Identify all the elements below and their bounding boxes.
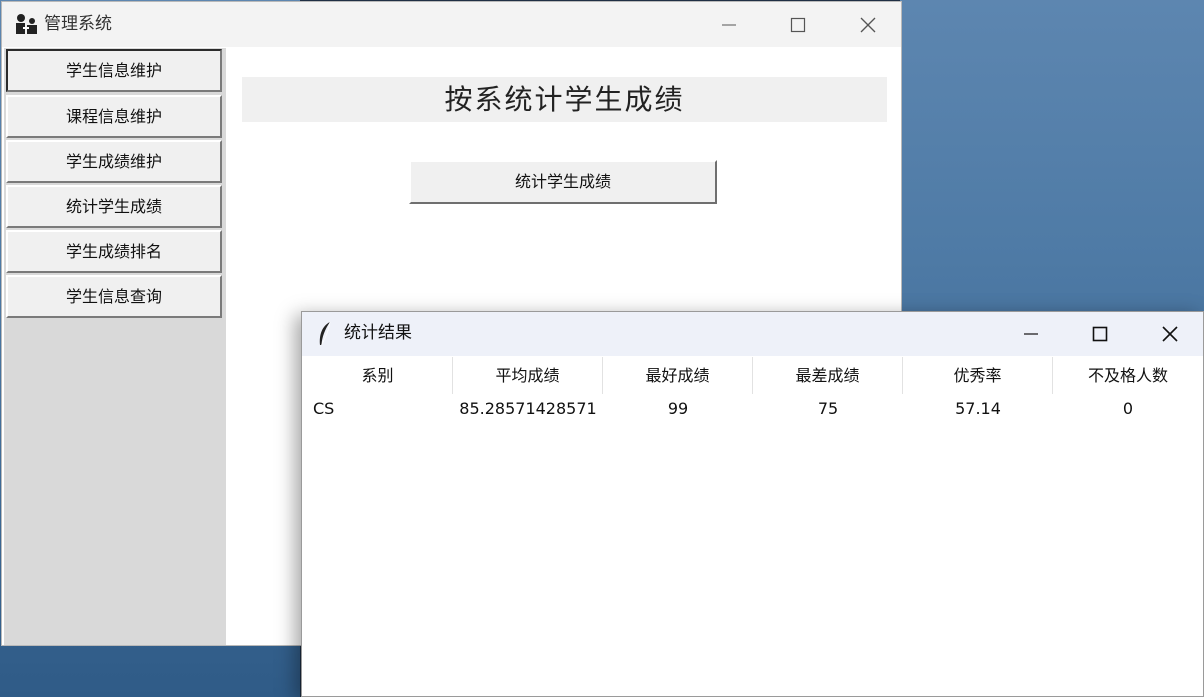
page-title: 按系统计学生成绩 <box>242 77 887 122</box>
minimize-icon <box>722 24 736 26</box>
cell-excellent-rate: 57.14 <box>955 399 1001 418</box>
sidebar-item-grade-ranking[interactable]: 学生成绩排名 <box>6 230 222 273</box>
sidebar: 学生信息维护 课程信息维护 学生成绩维护 统计学生成绩 学生成绩排名 学生信息查… <box>4 48 226 645</box>
result-minimize-button[interactable] <box>1008 317 1054 351</box>
cell-department: CS <box>313 399 335 418</box>
minimize-icon <box>1024 333 1038 335</box>
feather-icon <box>319 321 331 346</box>
sidebar-item-grade-maintenance[interactable]: 学生成绩维护 <box>6 140 222 183</box>
column-header-average[interactable]: 平均成绩 <box>453 357 603 394</box>
sidebar-item-student-info[interactable]: 学生信息维护 <box>6 49 222 92</box>
compute-statistics-button[interactable]: 统计学生成绩 <box>409 160 717 204</box>
window-title: 管理系统 <box>44 14 112 34</box>
maximize-icon <box>1092 326 1108 342</box>
sidebar-item-grade-statistics[interactable]: 统计学生成绩 <box>6 185 222 228</box>
column-header-fail-count[interactable]: 不及格人数 <box>1053 357 1203 394</box>
cell-average: 85.28571428571 <box>459 399 597 418</box>
cell-best: 99 <box>667 399 689 418</box>
result-window-title: 统计结果 <box>344 323 412 343</box>
column-header-excellent-rate[interactable]: 优秀率 <box>903 357 1053 394</box>
close-button[interactable] <box>845 8 891 42</box>
main-titlebar[interactable]: 管理系统 <box>2 2 901 47</box>
close-icon <box>860 17 876 33</box>
column-header-department[interactable]: 系别 <box>303 357 453 394</box>
cell-worst: 75 <box>817 399 839 418</box>
result-titlebar[interactable]: 统计结果 <box>302 312 1203 356</box>
maximize-icon <box>790 17 806 33</box>
result-maximize-button[interactable] <box>1077 317 1123 351</box>
sidebar-item-course-info[interactable]: 课程信息维护 <box>6 95 222 138</box>
column-header-worst[interactable]: 最差成绩 <box>753 357 903 394</box>
app-icon <box>16 14 37 34</box>
minimize-button[interactable] <box>706 8 752 42</box>
column-header-best[interactable]: 最好成绩 <box>603 357 753 394</box>
result-close-button[interactable] <box>1147 317 1193 351</box>
table-row[interactable]: CS 85.28571428571 99 75 57.14 0 <box>303 396 1203 422</box>
table-header: 系别 平均成绩 最好成绩 最差成绩 优秀率 不及格人数 <box>303 357 1203 394</box>
result-window: 统计结果 系别 平均成绩 最好成绩 最差成绩 优秀率 不及格人数 CS 85.2… <box>301 311 1204 697</box>
sidebar-item-student-query[interactable]: 学生信息查询 <box>6 275 222 318</box>
maximize-button[interactable] <box>775 8 821 42</box>
close-icon <box>1162 326 1178 342</box>
cell-fail-count: 0 <box>1122 399 1134 418</box>
